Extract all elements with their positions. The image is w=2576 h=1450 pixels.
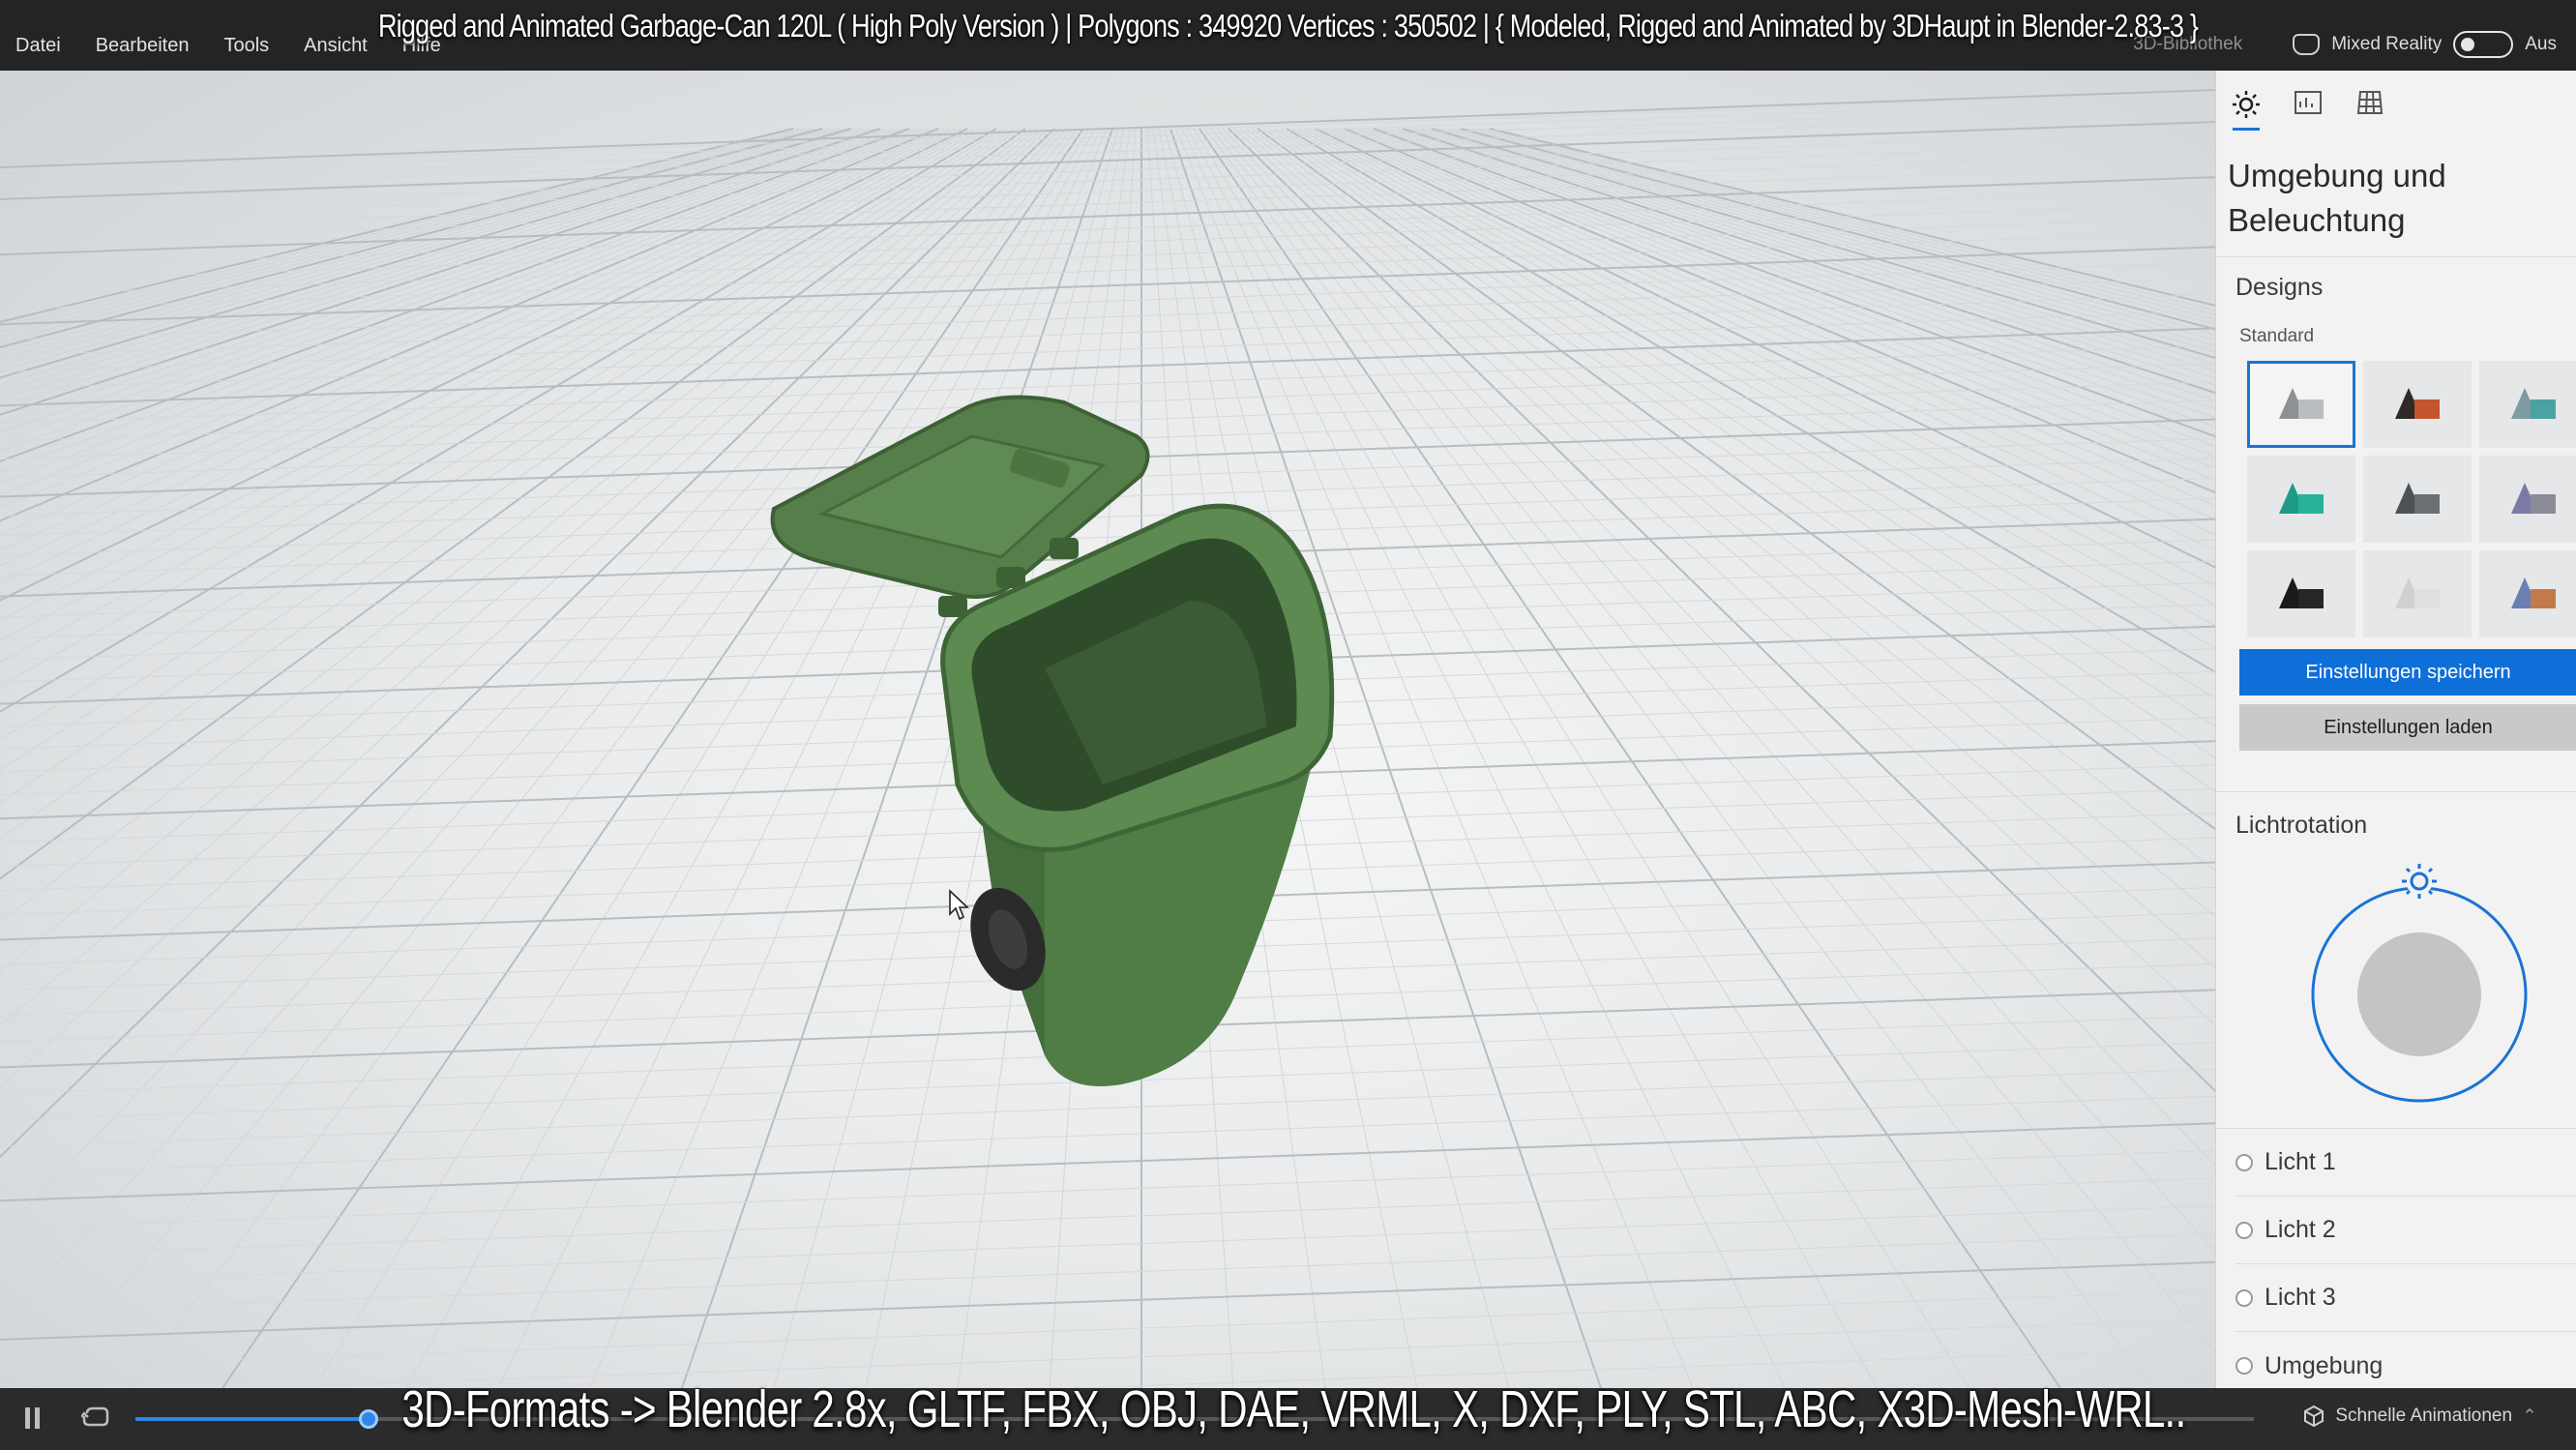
tab-stats[interactable] bbox=[2292, 90, 2324, 125]
stats-icon bbox=[2295, 91, 2322, 114]
panel-title: Umgebung und Beleuchtung bbox=[2228, 158, 2446, 238]
cube-icon bbox=[2304, 1405, 2324, 1428]
radio-button[interactable] bbox=[2235, 1357, 2253, 1375]
radio-button[interactable] bbox=[2235, 1288, 2253, 1307]
chevron-up-icon: ⌃ bbox=[2522, 1406, 2537, 1427]
radio-button[interactable] bbox=[2235, 1153, 2253, 1171]
mouse-cursor-icon bbox=[949, 889, 970, 921]
theme-preview-icon bbox=[2395, 577, 2440, 608]
theme-preview-icon bbox=[2395, 388, 2440, 419]
quick-animations-menu[interactable]: Schnelle Animationen ⌃ bbox=[2302, 1405, 2537, 1428]
light-3-option[interactable]: Licht 3 bbox=[2235, 1264, 2576, 1332]
tab-grid[interactable] bbox=[2354, 90, 2386, 125]
theme-black-thumbnail[interactable] bbox=[2247, 550, 2355, 637]
radio-button[interactable] bbox=[2235, 1221, 2253, 1239]
theme-orange-thumbnail[interactable] bbox=[2363, 361, 2472, 448]
load-settings-button[interactable]: Einstellungen laden bbox=[2239, 704, 2576, 751]
loop-icon[interactable] bbox=[81, 1406, 110, 1431]
theme-teal-a-thumbnail[interactable] bbox=[2479, 361, 2576, 448]
theme-darkgrey-thumbnail[interactable] bbox=[2363, 456, 2472, 543]
standard-label: Standard bbox=[2239, 326, 2315, 346]
mixed-reality-toggle[interactable] bbox=[2453, 31, 2514, 58]
tab-lighting[interactable] bbox=[2230, 90, 2263, 131]
menu-datei[interactable]: Datei bbox=[15, 35, 61, 57]
theme-purple-thumbnail[interactable] bbox=[2479, 456, 2576, 543]
menu-bearbeiten[interactable]: Bearbeiten bbox=[96, 35, 190, 57]
theme-preview-icon bbox=[2279, 577, 2324, 608]
light-sun-handle-icon bbox=[2402, 864, 2437, 899]
quick-animations-label: Schnelle Animationen bbox=[2335, 1406, 2513, 1426]
theme-preview-icon bbox=[2511, 577, 2556, 608]
light-1-option[interactable]: Licht 1 bbox=[2235, 1129, 2576, 1197]
theme-grey-thumbnail[interactable] bbox=[2247, 361, 2355, 448]
pause-icon[interactable] bbox=[23, 1406, 43, 1431]
theme-white-thumbnail[interactable] bbox=[2363, 550, 2472, 637]
3d-viewport[interactable] bbox=[0, 71, 2215, 1388]
environment-label: Umgebung bbox=[2265, 1351, 2384, 1379]
light-rotation-dial[interactable] bbox=[2309, 864, 2541, 1106]
light-1-label: Licht 1 bbox=[2265, 1148, 2336, 1175]
toggle-knob bbox=[2461, 38, 2475, 51]
theme-multi-thumbnail[interactable] bbox=[2479, 550, 2576, 637]
theme-grid bbox=[2247, 361, 2576, 637]
light-rotation-heading: Lichtrotation bbox=[2235, 812, 2368, 839]
toggle-state-label: Aus bbox=[2525, 34, 2557, 54]
divider bbox=[2216, 256, 2576, 257]
mixed-reality-label: Mixed Reality bbox=[2331, 34, 2443, 54]
environment-lighting-panel: Umgebung und Beleuchtung Designs Standar… bbox=[2215, 71, 2576, 1388]
formats-overlay: 3D-Formats -> Blender 2.8x, GLTF, FBX, O… bbox=[401, 1380, 2186, 1438]
theme-preview-icon bbox=[2511, 483, 2556, 514]
theme-preview-icon bbox=[2279, 388, 2324, 419]
light-2-option[interactable]: Licht 2 bbox=[2235, 1197, 2576, 1264]
garbage-can-model[interactable] bbox=[755, 320, 1432, 1094]
video-overlay-title: Rigged and Animated Garbage-Can 120L ( H… bbox=[377, 8, 2199, 44]
sun-icon bbox=[2233, 91, 2260, 118]
grid-icon bbox=[2356, 91, 2384, 114]
theme-teal-b-thumbnail[interactable] bbox=[2247, 456, 2355, 543]
light-2-label: Licht 2 bbox=[2265, 1216, 2336, 1243]
theme-preview-icon bbox=[2511, 388, 2556, 419]
theme-preview-icon bbox=[2279, 483, 2324, 514]
light-3-label: Licht 3 bbox=[2265, 1284, 2336, 1311]
theme-preview-icon bbox=[2395, 483, 2440, 514]
save-settings-button[interactable]: Einstellungen speichern bbox=[2239, 649, 2576, 695]
panel-tabs bbox=[2230, 90, 2386, 131]
divider bbox=[2216, 791, 2576, 792]
designs-heading: Designs bbox=[2235, 274, 2324, 301]
